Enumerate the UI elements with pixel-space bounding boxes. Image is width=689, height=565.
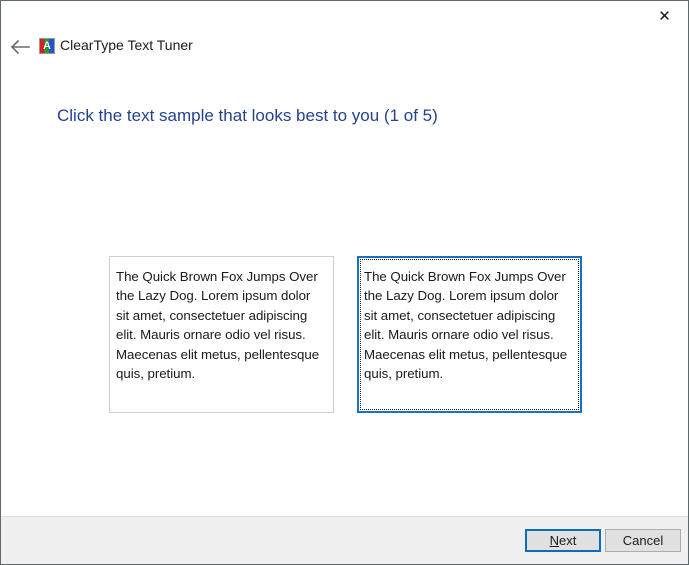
text-sample-option-1[interactable]: The Quick Brown Fox Jumps Over the Lazy … — [109, 256, 334, 413]
dialog-footer: Next Cancel — [1, 516, 688, 564]
window-title: ClearType Text Tuner — [60, 37, 193, 53]
back-arrow-icon — [10, 39, 30, 55]
text-sample-group: The Quick Brown Fox Jumps Over the Lazy … — [109, 256, 582, 413]
next-accel-letter: N — [549, 533, 560, 548]
cancel-button[interactable]: Cancel — [605, 529, 681, 552]
app-icon-letter: A — [43, 39, 51, 52]
sample-text-2: The Quick Brown Fox Jumps Over the Lazy … — [364, 269, 568, 382]
close-icon: ✕ — [658, 7, 671, 25]
next-button-label: Next — [550, 533, 577, 548]
main-content: Click the text sample that looks best to… — [1, 67, 688, 517]
cleartype-app-icon: A — [39, 38, 55, 54]
close-button[interactable]: ✕ — [642, 2, 687, 31]
sample-text-1: The Quick Brown Fox Jumps Over the Lazy … — [116, 269, 320, 382]
next-button[interactable]: Next — [525, 529, 601, 552]
cancel-button-label: Cancel — [622, 533, 664, 548]
next-label-rest: ext — [559, 533, 577, 548]
page-title: Click the text sample that looks best to… — [57, 106, 438, 125]
title-bar: ✕ A ClearType Text Tuner — [1, 1, 688, 67]
cleartype-text-tuner-window: ✕ A ClearType Text Tuner Click the text … — [0, 0, 689, 565]
text-sample-option-2[interactable]: The Quick Brown Fox Jumps Over the Lazy … — [357, 256, 582, 413]
back-button[interactable] — [7, 34, 35, 60]
